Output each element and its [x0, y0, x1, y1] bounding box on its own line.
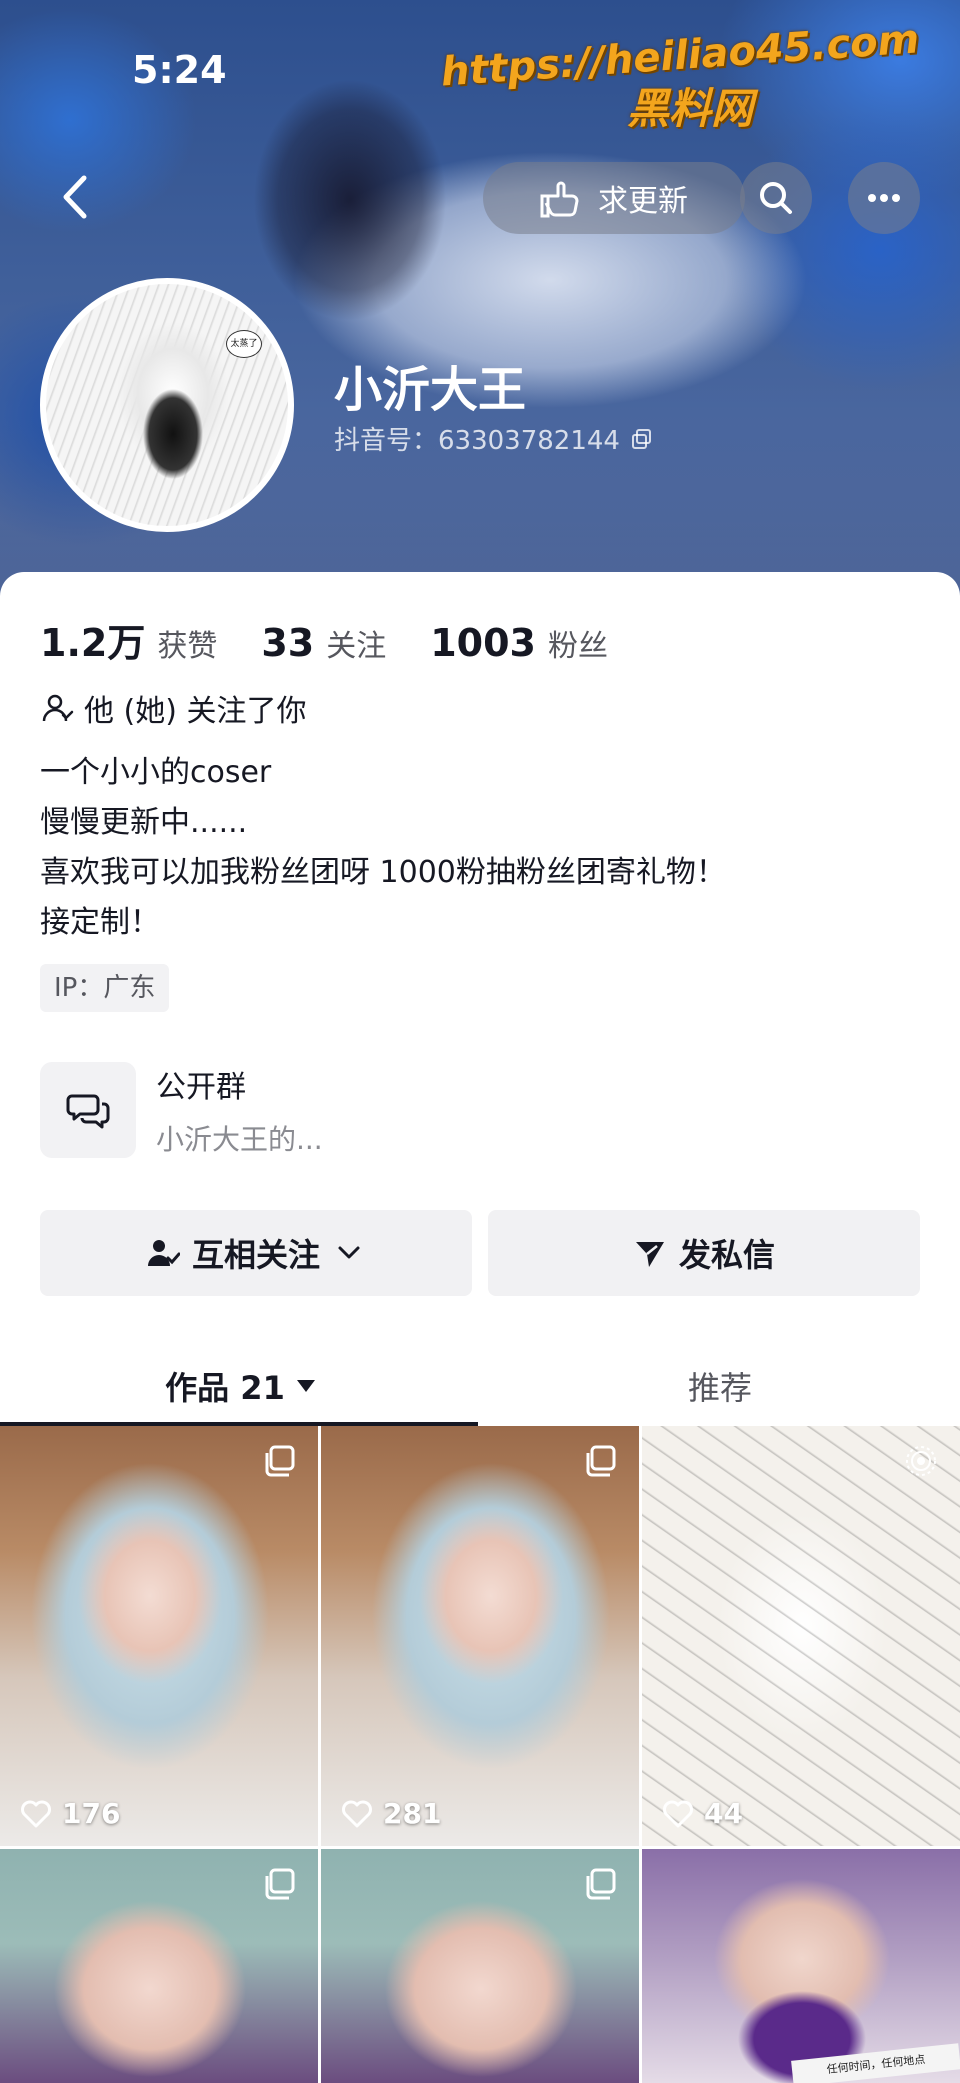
request-update-button[interactable]: 求更新	[483, 162, 745, 234]
copy-icon[interactable]	[630, 427, 654, 451]
stat-followers[interactable]: 1003 粉丝	[430, 621, 608, 665]
video-tile[interactable]	[0, 1849, 318, 2083]
group-subtitle: 小沂大王的...	[156, 1123, 323, 1156]
stats-row: 1.2万 获赞 33 关注 1003 粉丝	[40, 612, 652, 667]
ip-location-tag: IP：广东	[40, 964, 170, 1012]
group-chat-icon-box	[40, 1062, 136, 1158]
heart-icon	[21, 1800, 51, 1827]
copy-icon	[586, 1868, 616, 1900]
stat-likes-label: 获赞	[157, 629, 218, 664]
copy-icon	[265, 1445, 295, 1477]
search-button[interactable]	[740, 162, 812, 234]
nickname: 小沂大王	[334, 362, 527, 418]
group-title: 公开群	[156, 1070, 246, 1105]
like-count: 176	[62, 1797, 121, 1830]
stat-likes[interactable]: 1.2万 获赞	[40, 612, 217, 667]
stat-followers-value: 1003	[430, 621, 536, 665]
tab-recommend[interactable]: 推荐	[480, 1346, 960, 1426]
send-message-label: 发私信	[678, 1236, 775, 1274]
live-photo-icon	[906, 1446, 936, 1476]
stat-following[interactable]: 33 关注	[261, 621, 386, 665]
tile-caption: 任何时间，任何地点	[791, 2043, 960, 2083]
profile-banner: https://heiliao45.com 黑料网 5:24 求更新 太蒸了 小…	[0, 0, 960, 600]
video-tile[interactable]: 44	[642, 1426, 960, 1846]
video-tile[interactable]: 176	[0, 1426, 318, 1846]
tile-like-count: 176	[20, 1797, 120, 1830]
status-time: 5:24	[132, 48, 227, 92]
bio-line: 喜欢我可以加我粉丝团呀 1000粉抽粉丝团寄礼物！	[40, 855, 726, 890]
back-button[interactable]	[56, 172, 92, 222]
send-message-button[interactable]: 发私信	[488, 1210, 920, 1296]
heart-icon	[663, 1800, 693, 1827]
bio-line: 慢慢更新中......	[40, 805, 248, 840]
watermark: https://heiliao45.com 黑料网	[430, 16, 930, 136]
tile-like-count: 44	[662, 1797, 743, 1830]
back-chevron-icon	[63, 175, 87, 219]
group-text: 公开群 小沂大王的...	[156, 1062, 323, 1158]
send-arrow-icon	[635, 1242, 664, 1267]
stat-likes-value: 1.2万	[40, 621, 146, 665]
like-count: 44	[704, 1797, 743, 1830]
bio-line: 一个小小的coser	[40, 755, 272, 790]
chat-bubbles-icon	[66, 1094, 110, 1129]
copy-icon	[586, 1445, 616, 1477]
more-button[interactable]	[848, 162, 920, 234]
caret-down-icon	[296, 1380, 315, 1392]
douyin-id-text: 抖音号：63303782144	[334, 426, 620, 456]
stat-followers-label: 粉丝	[547, 629, 608, 664]
like-count: 281	[383, 1797, 442, 1830]
stat-following-label: 关注	[326, 629, 387, 664]
mutual-follow-label: 互相关注	[191, 1236, 320, 1274]
action-buttons: 互相关注 发私信	[40, 1210, 920, 1296]
request-update-label: 求更新	[598, 184, 688, 219]
follows-you-text: 他 (她) 关注了你	[84, 694, 307, 729]
heart-icon	[342, 1800, 372, 1827]
video-tile[interactable]	[321, 1849, 639, 2083]
tab-works[interactable]: 作品 21	[0, 1346, 480, 1426]
content-tabs: 作品 21 推荐	[0, 1346, 960, 1426]
bio-line: 接定制！	[40, 905, 160, 940]
avatar[interactable]: 太蒸了	[40, 278, 294, 532]
tab-works-label: 作品 21	[165, 1369, 285, 1407]
works-grid: 176 281 44 任何时间，任何地点	[0, 1426, 960, 2083]
copy-icon	[265, 1868, 295, 1900]
user-follow-icon	[42, 694, 74, 722]
public-group-entry[interactable]: 公开群 小沂大王的...	[40, 1062, 323, 1158]
video-tile[interactable]: 任何时间，任何地点	[642, 1849, 960, 2083]
search-icon	[760, 182, 792, 214]
mutual-follow-icon	[147, 1240, 180, 1266]
chevron-down-icon	[338, 1246, 360, 1259]
video-tile[interactable]: 281	[321, 1426, 639, 1846]
follows-you-indicator: 他 (她) 关注了你	[40, 686, 306, 730]
more-dots-icon	[868, 194, 900, 202]
douyin-id[interactable]: 抖音号：63303782144	[334, 420, 654, 457]
avatar-speech-bubble: 太蒸了	[226, 330, 262, 358]
mutual-follow-button[interactable]: 互相关注	[40, 1210, 472, 1296]
bio: 一个小小的coser 慢慢更新中...... 喜欢我可以加我粉丝团呀 1000粉…	[40, 748, 726, 948]
stat-following-value: 33	[261, 621, 315, 665]
tile-like-count: 281	[341, 1797, 441, 1830]
pointing-hand-icon	[540, 181, 579, 218]
tab-recommend-label: 推荐	[687, 1369, 752, 1407]
